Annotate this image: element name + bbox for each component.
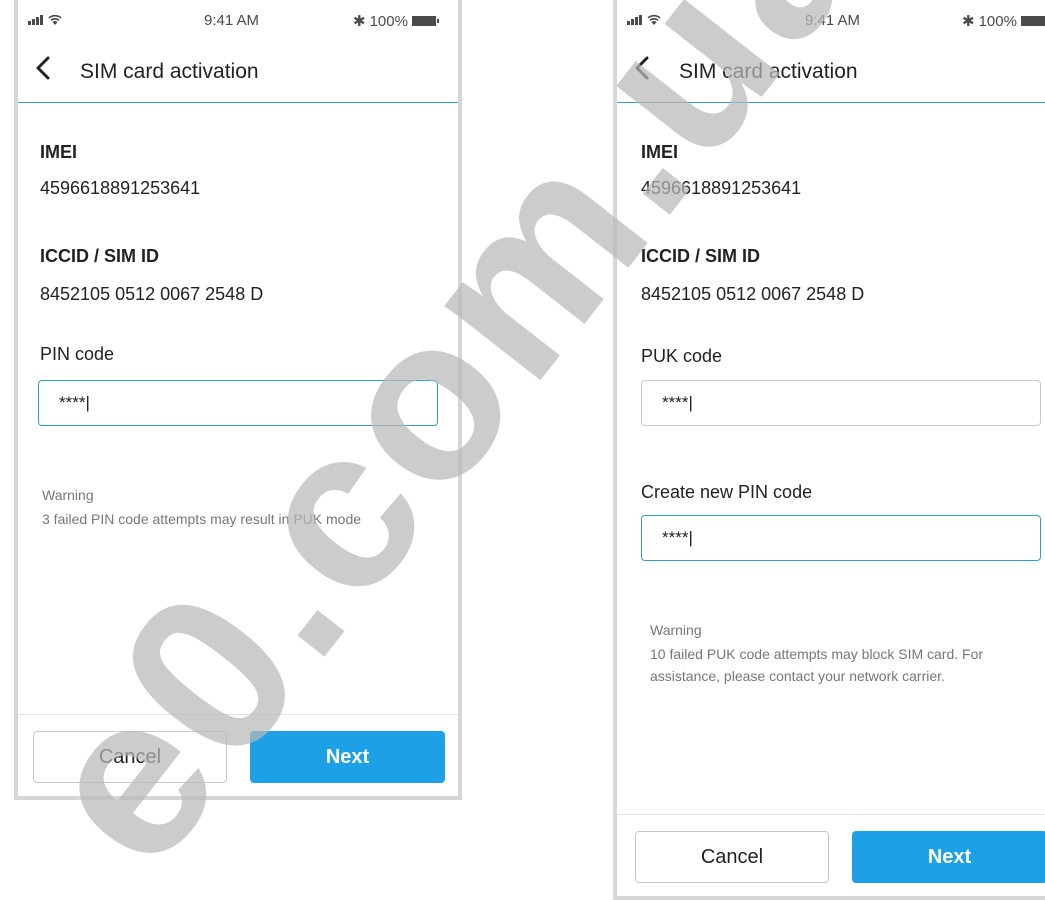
puk-screen: 9:41 AM ✱ 100% SIM card activation IMEI … (613, 0, 1045, 900)
wifi-icon (647, 14, 661, 25)
page-title: SIM card activation (679, 60, 858, 83)
signal-wifi-indicator (28, 14, 62, 25)
status-time: 9:41 AM (204, 12, 260, 29)
back-arrow-icon[interactable] (629, 53, 657, 83)
footer-divider (18, 714, 458, 715)
back-arrow-icon[interactable] (30, 53, 58, 83)
status-right: ✱ 100% (962, 12, 1045, 30)
iccid-label: ICCID / SIM ID (641, 246, 761, 266)
status-bar: 9:41 AM ✱ 100% (617, 4, 1045, 40)
wifi-icon (48, 14, 62, 25)
iccid-value: 8452105 0512 0067 2548 D (641, 284, 865, 304)
warning-text: 3 failed PIN code attempts may result in… (42, 511, 362, 527)
page-title: SIM card activation (80, 60, 259, 83)
warning-title: Warning (42, 487, 94, 503)
iccid-value: 8452105 0512 0067 2548 D (40, 284, 264, 304)
battery-percent: 100% (369, 12, 408, 30)
battery-icon (1020, 16, 1045, 26)
status-time: 9:41 AM (805, 12, 861, 29)
warning-text-line: assistance, please contact your network … (650, 668, 945, 684)
pin-code-input[interactable] (38, 380, 438, 426)
puk-code-label: PUK code (641, 346, 723, 366)
signal-icon (28, 15, 43, 25)
next-button[interactable]: Next (852, 831, 1045, 883)
battery-icon (411, 16, 439, 26)
imei-label: IMEI (641, 142, 679, 162)
cancel-button[interactable]: Cancel (33, 731, 227, 783)
cancel-button[interactable]: Cancel (635, 831, 829, 883)
warning-text: 10 failed PUK code attempts may block SI… (650, 643, 1045, 687)
bluetooth-icon: ✱ (353, 13, 366, 30)
new-pin-code-label: Create new PIN code (641, 482, 813, 502)
footer-divider (617, 814, 1045, 815)
imei-value: 4596618891253641 (641, 178, 802, 198)
imei-value: 4596618891253641 (40, 178, 201, 198)
nav-bar: SIM card activation (18, 40, 458, 103)
puk-code-input[interactable] (641, 380, 1041, 426)
signal-icon (627, 15, 642, 25)
battery-percent: 100% (978, 12, 1017, 30)
new-pin-code-input[interactable] (641, 515, 1041, 561)
pin-code-label: PIN code (40, 344, 115, 364)
status-bar: 9:41 AM ✱ 100% (18, 4, 458, 40)
status-right: ✱ 100% (353, 12, 439, 30)
next-button[interactable]: Next (250, 731, 445, 783)
warning-text-line: 10 failed PUK code attempts may block SI… (650, 646, 984, 662)
iccid-label: ICCID / SIM ID (40, 246, 160, 266)
imei-label: IMEI (40, 142, 78, 162)
pin-screen: 9:41 AM ✱ 100% SIM card activation IMEI … (14, 0, 462, 800)
nav-bar: SIM card activation (617, 40, 1045, 103)
bluetooth-icon: ✱ (962, 13, 975, 30)
warning-title: Warning (650, 622, 702, 638)
signal-wifi-indicator (627, 14, 661, 25)
